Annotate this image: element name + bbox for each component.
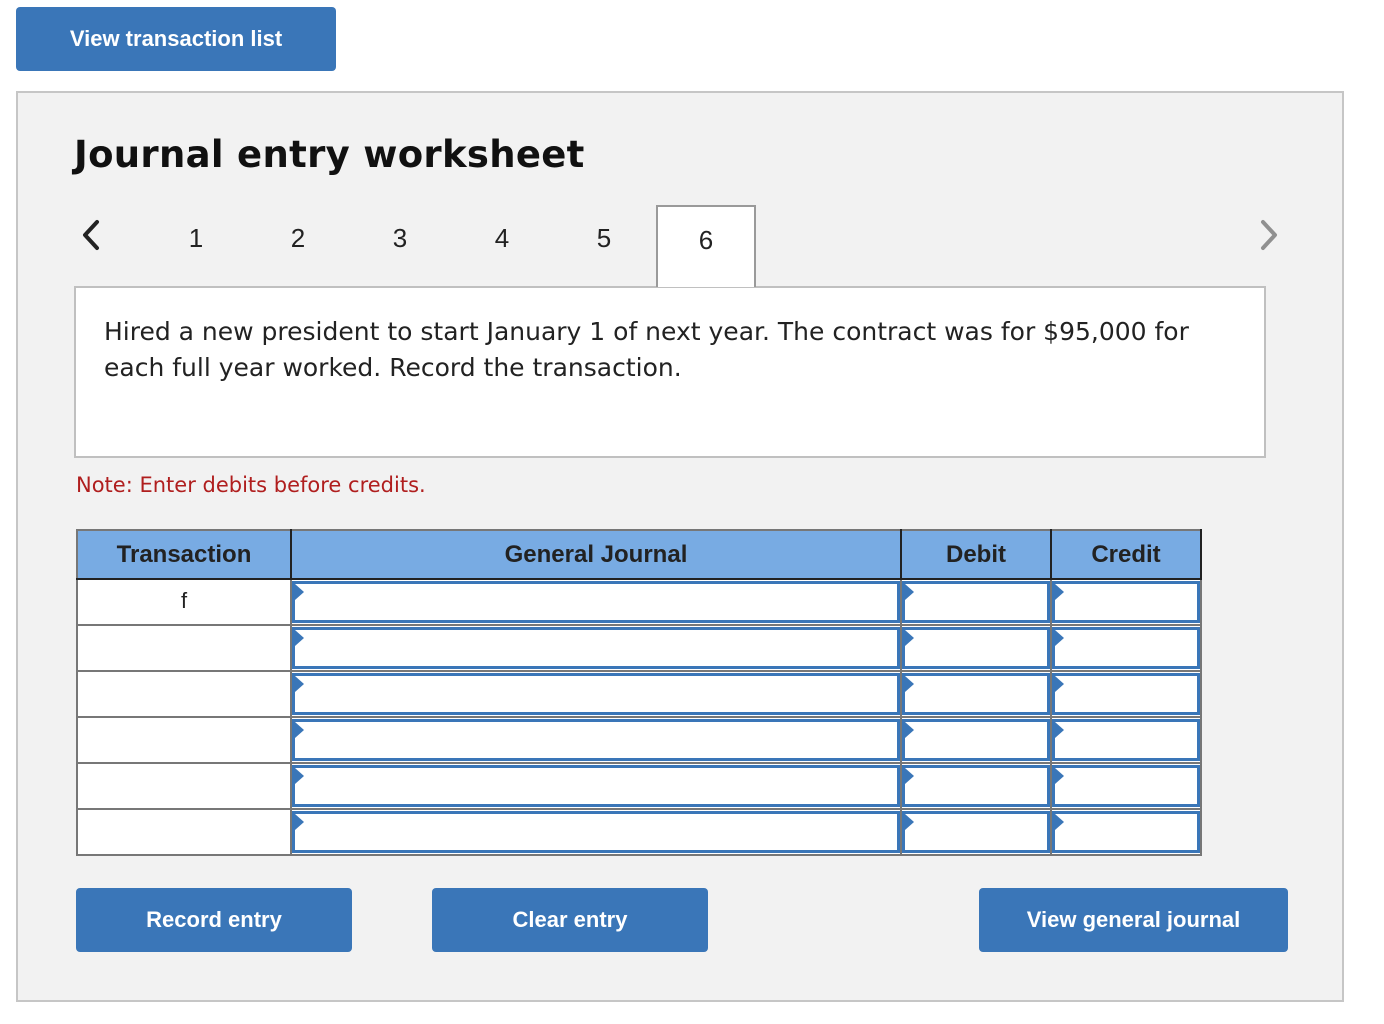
account-input[interactable]	[292, 627, 900, 669]
tab-6[interactable]: 6	[656, 205, 756, 287]
chevron-right-icon	[1261, 220, 1277, 250]
table-row	[76, 624, 1202, 672]
dropdown-marker-icon	[295, 630, 304, 646]
account-cell	[290, 716, 902, 764]
table-row	[76, 762, 1202, 810]
tab-4[interactable]: 4	[452, 205, 552, 287]
previous-button[interactable]	[76, 217, 106, 253]
debit-input[interactable]	[902, 581, 1050, 623]
debit-input[interactable]	[902, 673, 1050, 715]
tab-5[interactable]: 5	[554, 205, 654, 287]
dropdown-marker-icon	[295, 814, 304, 830]
account-cell	[290, 578, 902, 626]
debit-input[interactable]	[902, 765, 1050, 807]
journal-entry-worksheet-panel: Journal entry worksheet 123456 Hired a n…	[16, 91, 1344, 1002]
dropdown-marker-icon	[1055, 676, 1064, 692]
tab-3[interactable]: 3	[350, 205, 450, 287]
debit-cell	[900, 670, 1052, 718]
dropdown-marker-icon	[905, 722, 914, 738]
account-cell	[290, 624, 902, 672]
debit-input[interactable]	[902, 811, 1050, 853]
table-row	[76, 670, 1202, 718]
credit-input[interactable]	[1052, 673, 1200, 715]
table-row	[76, 808, 1202, 856]
view-general-journal-button[interactable]: View general journal	[979, 888, 1288, 952]
table-row: f	[76, 578, 1202, 626]
account-input[interactable]	[292, 719, 900, 761]
header-credit: Credit	[1050, 529, 1202, 580]
debit-cell	[900, 808, 1052, 856]
credit-cell	[1050, 762, 1202, 810]
transaction-cell	[76, 670, 292, 718]
transaction-cell	[76, 624, 292, 672]
transaction-cell	[76, 808, 292, 856]
credit-cell	[1050, 624, 1202, 672]
account-cell	[290, 670, 902, 718]
credit-input[interactable]	[1052, 719, 1200, 761]
dropdown-marker-icon	[905, 630, 914, 646]
dropdown-marker-icon	[1055, 768, 1064, 784]
instruction-note: Note: Enter debits before credits.	[76, 473, 426, 497]
debit-input[interactable]	[902, 627, 1050, 669]
dropdown-marker-icon	[905, 584, 914, 600]
transaction-description: Hired a new president to start January 1…	[74, 286, 1266, 458]
record-entry-button[interactable]: Record entry	[76, 888, 352, 952]
account-cell	[290, 762, 902, 810]
transaction-cell	[76, 716, 292, 764]
debit-cell	[900, 624, 1052, 672]
dropdown-marker-icon	[905, 676, 914, 692]
dropdown-marker-icon	[905, 814, 914, 830]
transaction-cell: f	[76, 578, 292, 626]
account-input[interactable]	[292, 811, 900, 853]
debit-cell	[900, 762, 1052, 810]
credit-cell	[1050, 808, 1202, 856]
clear-entry-button[interactable]: Clear entry	[432, 888, 708, 952]
journal-table: Transaction General Journal Debit Credit…	[76, 529, 1202, 856]
credit-cell	[1050, 670, 1202, 718]
dropdown-marker-icon	[1055, 722, 1064, 738]
dropdown-marker-icon	[1055, 814, 1064, 830]
dropdown-marker-icon	[905, 768, 914, 784]
worksheet-title: Journal entry worksheet	[74, 133, 585, 176]
credit-cell	[1050, 578, 1202, 626]
tab-1[interactable]: 1	[146, 205, 246, 287]
transaction-cell	[76, 762, 292, 810]
dropdown-marker-icon	[295, 768, 304, 784]
view-transaction-list-button[interactable]: View transaction list	[16, 7, 336, 71]
header-transaction: Transaction	[76, 529, 292, 580]
account-cell	[290, 808, 902, 856]
dropdown-marker-icon	[295, 584, 304, 600]
account-input[interactable]	[292, 765, 900, 807]
debit-input[interactable]	[902, 719, 1050, 761]
credit-input[interactable]	[1052, 627, 1200, 669]
tab-2[interactable]: 2	[248, 205, 348, 287]
credit-input[interactable]	[1052, 765, 1200, 807]
dropdown-marker-icon	[1055, 630, 1064, 646]
credit-input[interactable]	[1052, 811, 1200, 853]
account-input[interactable]	[292, 673, 900, 715]
chevron-left-icon	[83, 220, 99, 250]
dropdown-marker-icon	[295, 722, 304, 738]
credit-input[interactable]	[1052, 581, 1200, 623]
next-button[interactable]	[1254, 217, 1284, 253]
account-input[interactable]	[292, 581, 900, 623]
table-row	[76, 716, 1202, 764]
debit-cell	[900, 578, 1052, 626]
dropdown-marker-icon	[1055, 584, 1064, 600]
header-general-journal: General Journal	[290, 529, 902, 580]
table-header-row: Transaction General Journal Debit Credit	[76, 529, 1202, 580]
dropdown-marker-icon	[295, 676, 304, 692]
header-debit: Debit	[900, 529, 1052, 580]
credit-cell	[1050, 716, 1202, 764]
debit-cell	[900, 716, 1052, 764]
